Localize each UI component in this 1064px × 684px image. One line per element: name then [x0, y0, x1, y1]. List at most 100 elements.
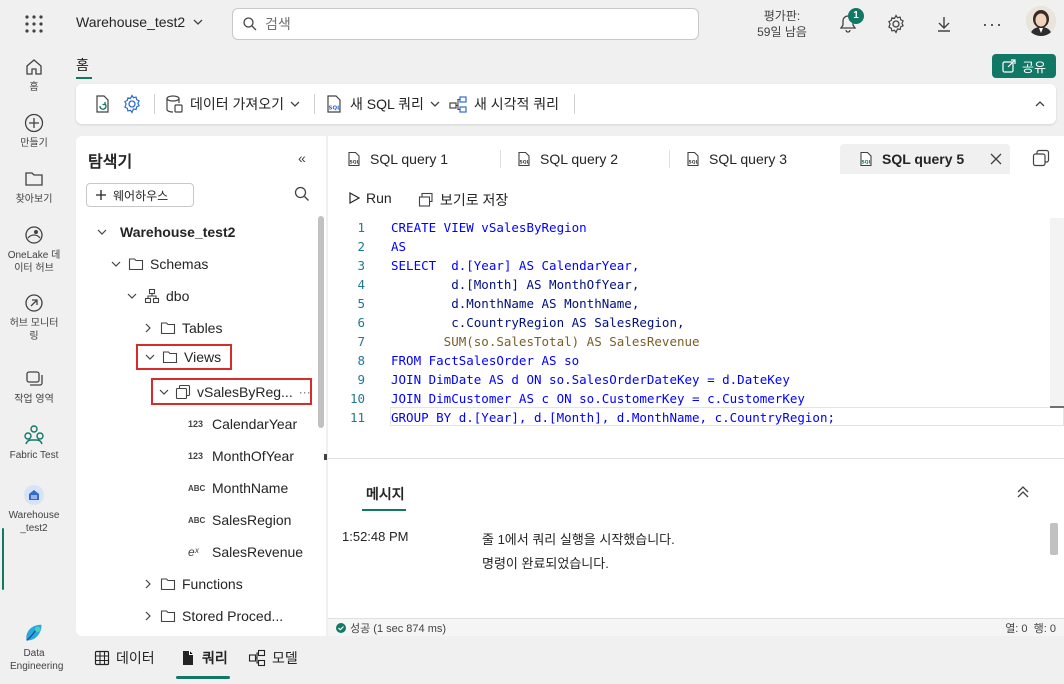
view-icon: [175, 384, 191, 400]
chevron-double-up-icon[interactable]: [1016, 485, 1030, 499]
tree-item-view-vsalesbyregion[interactable]: vSalesByReg... ···: [151, 378, 312, 405]
rail-item-data-engineering[interactable]: Data Engineering: [0, 622, 68, 673]
refresh-icon[interactable]: [92, 84, 112, 124]
workspace-name: Warehouse_test2: [76, 14, 186, 30]
tab-messages[interactable]: 메시지: [366, 484, 405, 504]
rail-item-create[interactable]: 만들기: [0, 112, 68, 150]
chevron-down-icon: [96, 226, 108, 238]
chevron-down-icon: [430, 99, 440, 109]
code-line: d.[Month] AS MonthOfYear,: [391, 277, 640, 292]
tab-sql-query-5[interactable]: SQL SQL query 5: [840, 144, 1010, 174]
database-icon: [164, 94, 184, 114]
workspaces-icon: [23, 368, 45, 390]
tab-messages-underline: [362, 509, 406, 511]
svg-text:SQL: SQL: [329, 106, 342, 112]
gear-icon[interactable]: [886, 14, 906, 34]
save-as-view-button[interactable]: 보기로 저장: [418, 190, 508, 210]
tab-query[interactable]: 쿼리: [180, 648, 228, 668]
tree-item-column[interactable]: 123 CalendarYear: [188, 408, 297, 440]
explorer-scrollbar[interactable]: [318, 216, 324, 428]
query-file-icon: [180, 650, 196, 666]
code-line: CREATE VIEW vSalesByRegion: [391, 220, 587, 235]
run-button[interactable]: Run: [348, 190, 392, 206]
tab-home-underline: [76, 77, 92, 79]
trial-status[interactable]: 평가판: 59일 남음: [752, 8, 812, 40]
tree-item-stored-procedures[interactable]: Stored Proced...: [142, 600, 283, 632]
tab-sql-query-3[interactable]: SQL SQL query 3: [667, 144, 837, 174]
rail-item-fabric-test[interactable]: Fabric Test: [0, 424, 68, 462]
new-visual-query-button[interactable]: 새 시각적 쿼리: [448, 84, 559, 124]
explorer-search-icon[interactable]: [294, 186, 310, 202]
tab-sql-query-2[interactable]: SQL SQL query 2: [498, 144, 668, 174]
workspace-switcher[interactable]: Warehouse_test2: [76, 14, 203, 30]
rail-item-warehouse[interactable]: Warehouse_test2: [0, 484, 68, 535]
more-options-icon[interactable]: ···: [982, 14, 1003, 35]
tree-item-tables[interactable]: Tables: [142, 312, 222, 344]
folder-icon: [160, 576, 176, 592]
code-line: c.CountryRegion AS SalesRegion,: [391, 315, 685, 330]
editor-panel: SQL SQL query 1 SQL SQL query 2 SQL SQL …: [324, 136, 1064, 636]
tab-data[interactable]: 데이터: [94, 648, 155, 668]
add-warehouse-button[interactable]: 웨어하우스: [86, 183, 194, 207]
more-options-icon[interactable]: ···: [299, 385, 311, 399]
search-placeholder: 검색: [265, 16, 291, 32]
share-button[interactable]: 공유: [992, 54, 1056, 78]
tab-model[interactable]: 모델: [248, 648, 298, 668]
editor-scrollbar[interactable]: [1050, 218, 1064, 408]
rail-item-home[interactable]: 홈: [0, 56, 68, 94]
tree-item-functions[interactable]: Functions: [142, 568, 243, 600]
tab-sql-query-1[interactable]: SQL SQL query 1: [328, 144, 498, 174]
onelake-icon: [23, 224, 45, 246]
tree-item-schemas[interactable]: Schemas: [110, 248, 208, 280]
table-grid-icon: [94, 650, 110, 666]
code-line: JOIN DimDate AS d ON so.SalesOrderDateKe…: [391, 372, 790, 387]
rail-active-indicator: [2, 528, 4, 590]
close-icon[interactable]: [990, 153, 1002, 165]
rail-item-workspaces[interactable]: 작업 영역: [0, 368, 68, 406]
editor-scroll-marker: [1050, 406, 1064, 408]
tree-item-warehouse[interactable]: Warehouse_test2: [96, 216, 235, 248]
sql-file-icon: SQL: [858, 151, 874, 167]
new-sql-query-button[interactable]: SQL 새 SQL 쿼리: [324, 84, 440, 124]
search-icon: [243, 17, 257, 31]
code-line: SUM(so.SalesTotal) AS SalesRevenue: [391, 334, 700, 349]
tree-item-column[interactable]: ABC SalesRegion: [188, 504, 291, 536]
avatar[interactable]: [1026, 6, 1056, 36]
collapse-panel-icon[interactable]: «: [298, 150, 306, 166]
tree-item-column[interactable]: eˣ SalesRevenue: [188, 536, 303, 568]
app-launcher-icon[interactable]: [24, 14, 44, 34]
get-data-button[interactable]: 데이터 가져오기: [164, 84, 300, 124]
splitter-handle[interactable]: [324, 454, 327, 460]
rail-item-browse[interactable]: 찾아보기: [0, 168, 68, 206]
ribbon-collapse-icon[interactable]: [1034, 84, 1046, 124]
tree-item-column[interactable]: ABC MonthName: [188, 472, 288, 504]
folder-icon: [23, 168, 45, 190]
tree-item-views[interactable]: Views: [136, 344, 232, 370]
tab-home[interactable]: 홈: [76, 55, 89, 75]
messages-scrollbar[interactable]: [1050, 523, 1058, 555]
copy-tabs-icon[interactable]: [1032, 149, 1050, 167]
settings-gear-icon[interactable]: [122, 84, 142, 124]
text-type-icon: ABC: [188, 483, 206, 493]
sql-file-icon: SQL: [685, 151, 701, 167]
status-message: 성공 (1 sec 874 ms): [350, 622, 447, 635]
top-bar: Warehouse_test2 검색 평가판: 59일 남음 1 ···: [0, 0, 1064, 50]
rail-item-onelake[interactable]: OneLake 데이터 허브: [0, 224, 68, 275]
rail-item-monitor[interactable]: 허브 모니터링: [0, 292, 68, 343]
search-input[interactable]: 검색: [232, 8, 699, 40]
folder-icon: [160, 320, 176, 336]
code-line: SELECT d.[Year] AS CalendarYear,: [391, 258, 640, 273]
warehouse-icon: [23, 484, 45, 506]
monitor-icon: [23, 292, 45, 314]
sql-code-editor[interactable]: 1 2 3 4 5 6 7 8 9 10 11 CREATE VIEW vSal…: [328, 218, 1064, 428]
ribbon-separator: [574, 94, 575, 114]
folder-icon: [162, 349, 178, 365]
sql-file-icon: SQL: [346, 151, 362, 167]
svg-text:SQL: SQL: [689, 160, 699, 166]
tree-item-column[interactable]: 123 MonthOfYear: [188, 440, 294, 472]
ribbon-separator: [154, 94, 155, 114]
chevron-right-icon: [142, 578, 154, 590]
tree-item-dbo[interactable]: dbo: [126, 280, 189, 312]
download-icon[interactable]: [934, 14, 954, 34]
calculated-type-icon: eˣ: [188, 545, 199, 559]
